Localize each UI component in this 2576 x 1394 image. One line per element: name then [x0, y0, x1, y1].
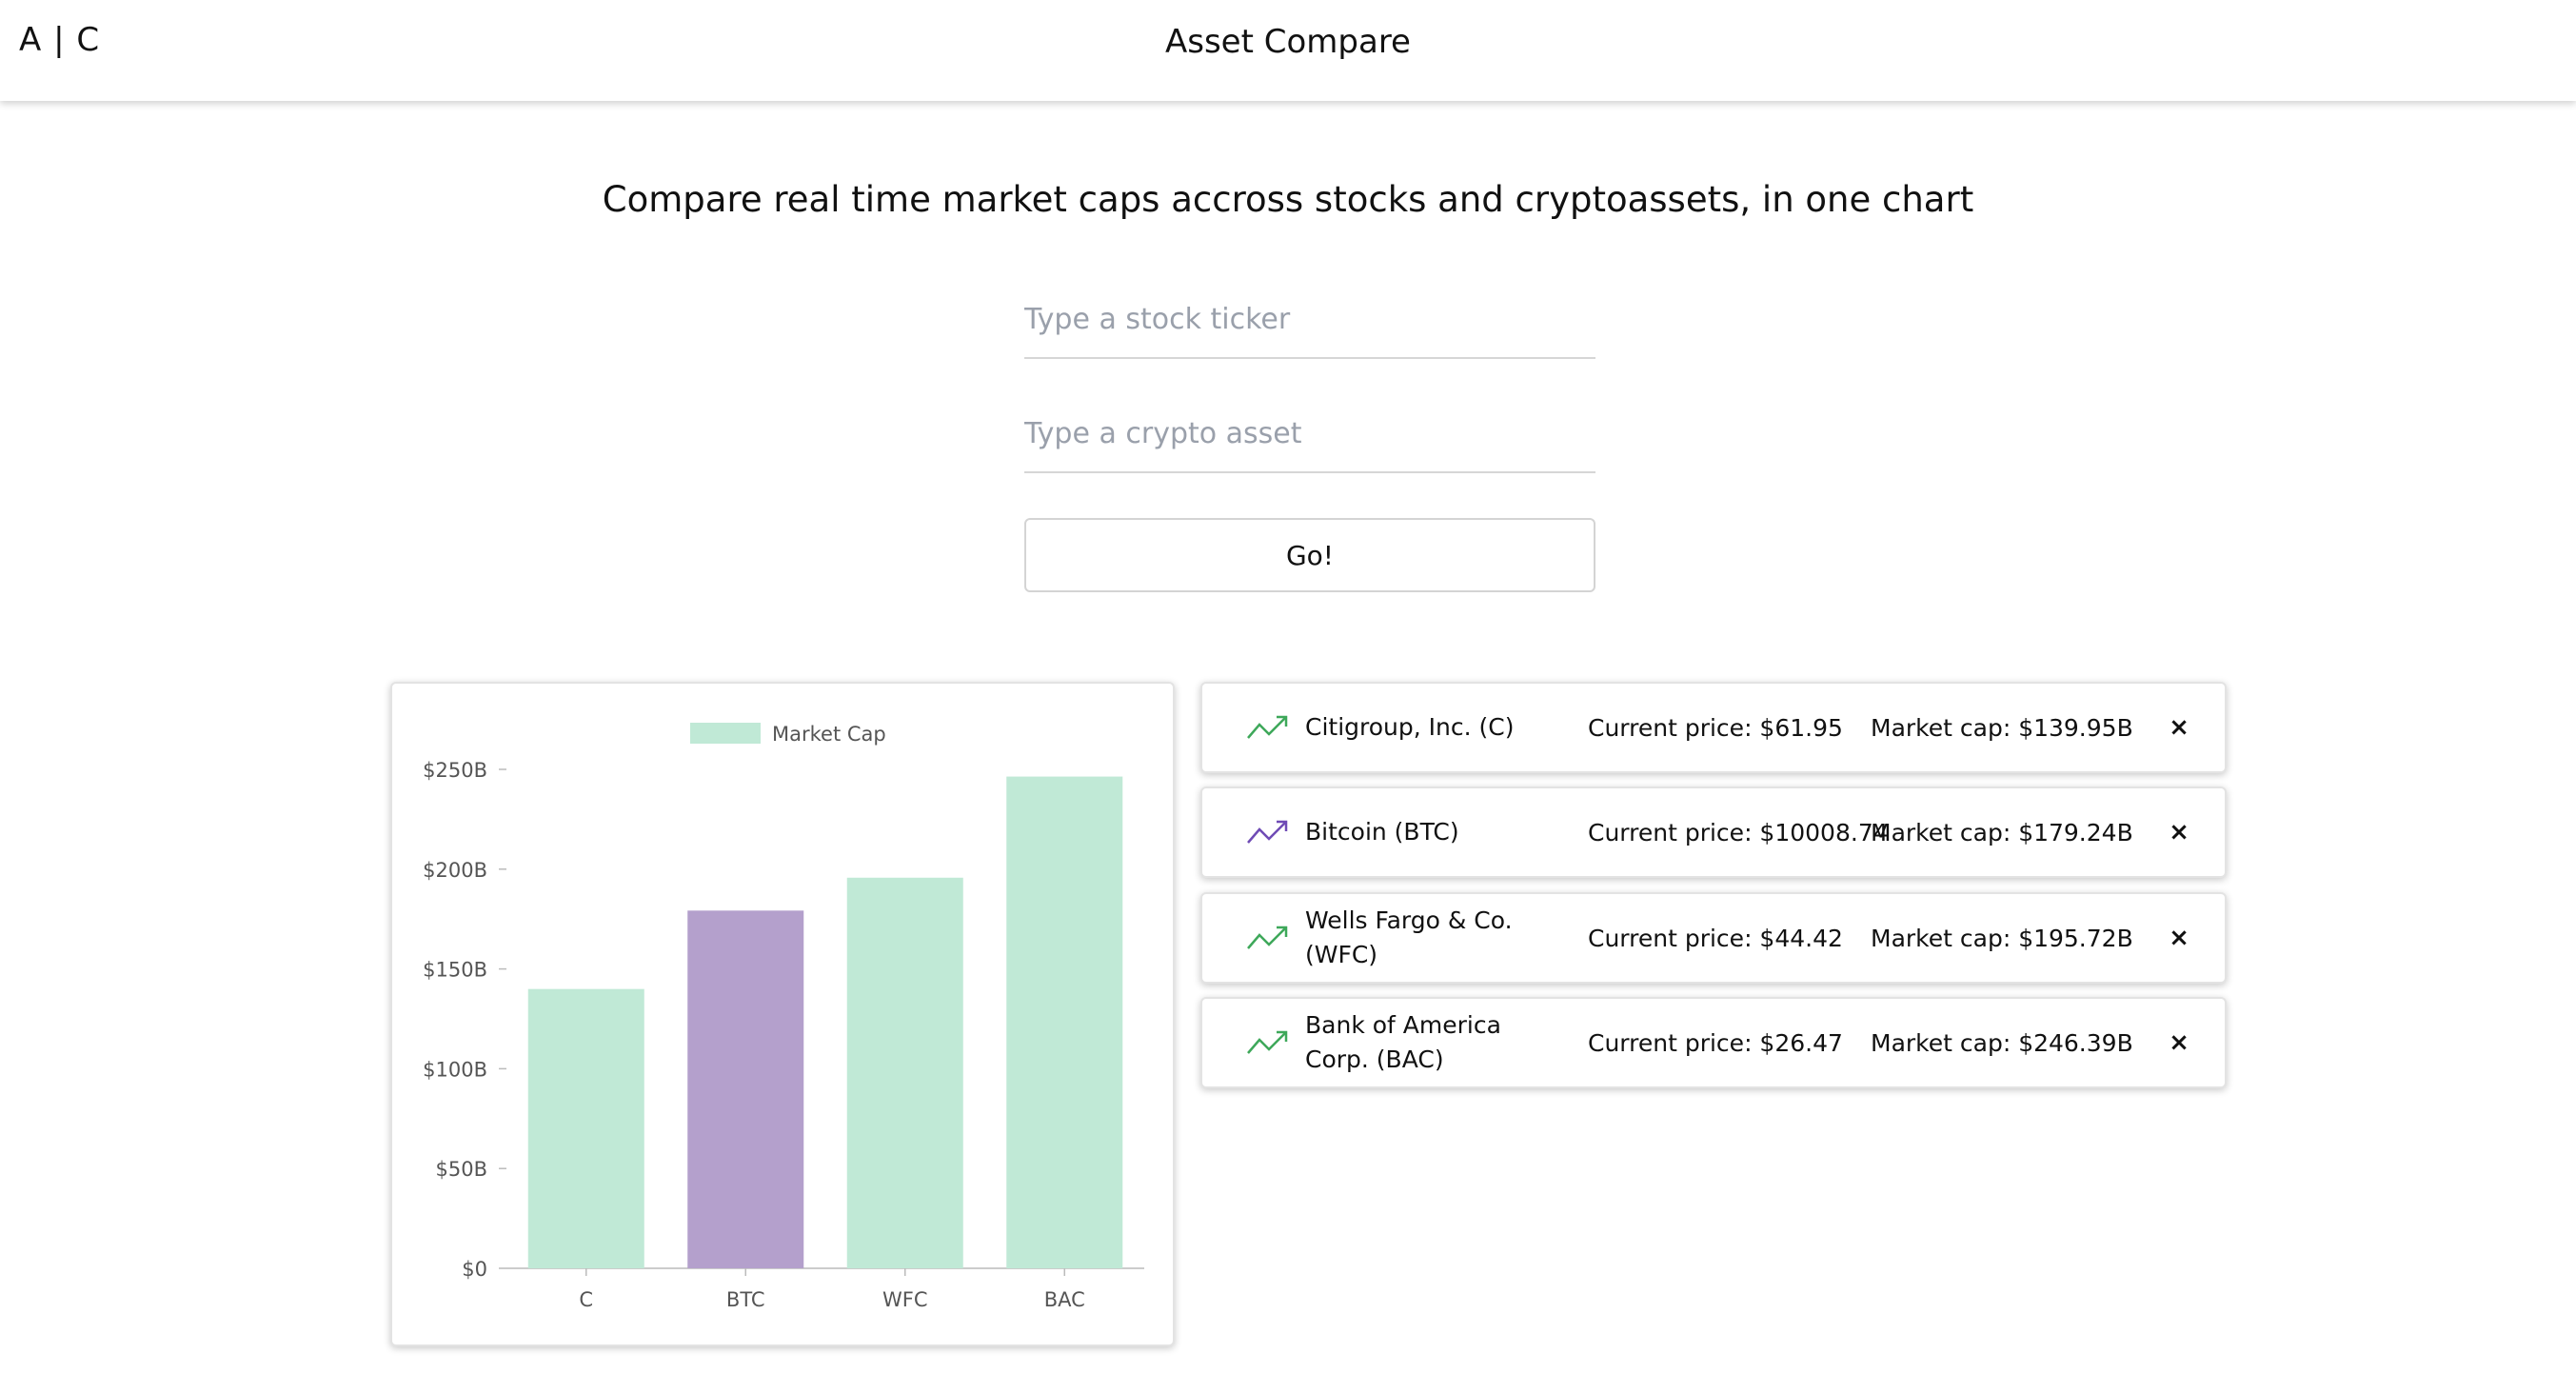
market-cap-chart-card: $0 $50B $100B $150B $200B $250B C BTC WFC BAC Mark… [390, 682, 1175, 1346]
x-tick-label: C [579, 1288, 593, 1311]
y-tick-label: $200B [423, 859, 487, 882]
y-tick-label: $100B [423, 1058, 487, 1081]
bar-btc [687, 910, 804, 1268]
asset-card-wells-fargo: Wells Fargo & Co. (WFC) Current price: $… [1200, 892, 2227, 984]
y-tick-label: $150B [423, 959, 487, 982]
asset-card-bank-of-america: Bank of America Corp. (BAC) Current pric… [1200, 997, 2227, 1088]
page-headline: Compare real time market caps accross st… [602, 179, 1974, 220]
stock-ticker-input[interactable] [1024, 281, 1595, 359]
remove-asset-button[interactable]: × [2160, 999, 2198, 1086]
asset-name: Wells Fargo & Co. (WFC) [1305, 906, 1513, 968]
trending-up-icon [1247, 926, 1288, 949]
remove-asset-button[interactable]: × [2160, 684, 2198, 771]
asset-current-price: Current price: $44.42 [1588, 924, 1843, 952]
asset-market-cap: Market cap: $139.95B [1871, 713, 2133, 742]
crypto-asset-input[interactable] [1024, 395, 1595, 473]
app-title: Asset Compare [1165, 23, 1411, 61]
y-tick-label: $50B [436, 1158, 488, 1181]
asset-current-price: Current price: $61.95 [1588, 713, 1843, 742]
asset-market-cap: Market cap: $179.24B [1871, 818, 2133, 846]
bar-wfc [846, 877, 963, 1268]
asset-market-cap: Market cap: $195.72B [1871, 924, 2133, 952]
trending-up-icon [1247, 1030, 1288, 1054]
asset-current-price: Current price: $10008.74 [1588, 818, 1889, 846]
asset-card-citigroup: Citigroup, Inc. (C) Current price: $61.9… [1200, 682, 2227, 773]
trending-up-icon [1247, 820, 1288, 844]
asset-name: Citigroup, Inc. (C) [1305, 713, 1515, 741]
y-tick-label: $250B [423, 759, 487, 782]
asset-current-price: Current price: $26.47 [1588, 1028, 1843, 1057]
bar-bac [1006, 776, 1123, 1268]
trending-up-icon [1247, 715, 1288, 739]
y-tick-label: $0 [462, 1258, 487, 1281]
legend-label: Market Cap [772, 723, 886, 746]
go-button[interactable]: Go! [1024, 518, 1595, 592]
asset-market-cap: Market cap: $246.39B [1871, 1028, 2133, 1057]
asset-name: Bitcoin (BTC) [1305, 818, 1459, 846]
asset-name: Bank of America Corp. (BAC) [1305, 1011, 1501, 1073]
bar-c [527, 988, 644, 1268]
x-tick-label: WFC [882, 1288, 928, 1311]
market-cap-bar-chart: $0 $50B $100B $150B $200B $250B C BTC WFC BAC Mark… [423, 723, 1144, 1311]
x-tick-label: BAC [1044, 1288, 1085, 1311]
x-tick-label: BTC [726, 1288, 765, 1311]
legend-swatch [690, 723, 761, 744]
asset-card-bitcoin: Bitcoin (BTC) Current price: $10008.74 M… [1200, 787, 2227, 878]
remove-asset-button[interactable]: × [2160, 894, 2198, 982]
top-bar: A | C Asset Compare [0, 0, 2576, 101]
remove-asset-button[interactable]: × [2160, 788, 2198, 876]
